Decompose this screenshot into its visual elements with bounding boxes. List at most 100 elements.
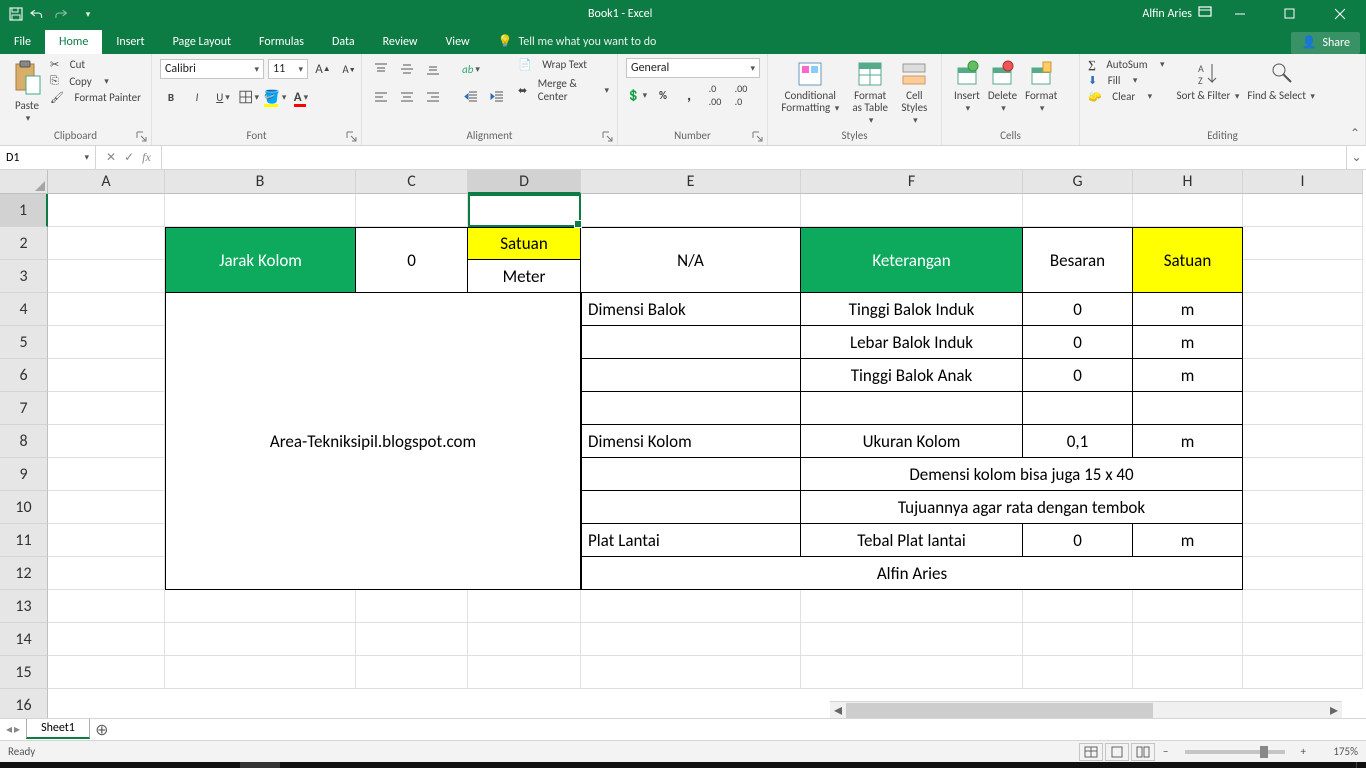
cell-E14[interactable] — [581, 623, 801, 656]
paste-button[interactable]: Paste▾ — [8, 58, 46, 127]
cell-I11[interactable] — [1243, 524, 1363, 557]
cell-E13[interactable] — [581, 590, 801, 623]
cell-G1[interactable] — [1023, 194, 1133, 227]
cell-F1[interactable] — [801, 194, 1023, 227]
tab-page-layout[interactable]: Page Layout — [159, 30, 245, 54]
cell-H1[interactable] — [1133, 194, 1243, 227]
row-header-5[interactable]: 5 — [0, 326, 48, 359]
user-name[interactable]: Alfin Aries — [1142, 7, 1192, 21]
cell-F4[interactable]: Tinggi Balok Induk — [801, 293, 1023, 326]
close-button[interactable] — [1318, 0, 1362, 28]
sort-filter-button[interactable]: AZSort & Filter ▾ — [1173, 58, 1244, 105]
minimize-button[interactable] — [1218, 0, 1262, 28]
cell-G7[interactable] — [1023, 392, 1133, 425]
cell-D3[interactable]: Meter — [468, 260, 581, 293]
cell-I5[interactable] — [1243, 326, 1363, 359]
comma-button[interactable]: , — [678, 84, 700, 106]
row-header-9[interactable]: 9 — [0, 458, 48, 491]
file-explorer-icon[interactable]: 📁 — [120, 762, 160, 768]
cell-H4[interactable]: m — [1133, 293, 1243, 326]
copy-button[interactable]: ⎘ Copy ▾ — [50, 74, 141, 88]
cell-H2[interactable]: Satuan — [1133, 227, 1243, 293]
cell-E6[interactable] — [581, 359, 801, 392]
cell-I10[interactable] — [1243, 491, 1363, 524]
store-icon[interactable]: 🛍 — [160, 762, 200, 768]
cell-F9[interactable]: Demensi kolom bisa juga 15 x 40 — [801, 458, 1243, 491]
dialog-launcher-icon[interactable] — [136, 131, 148, 143]
cell-I15[interactable] — [1243, 656, 1363, 689]
orientation-button[interactable]: ab▾ — [460, 58, 482, 80]
column-header-G[interactable]: G — [1023, 170, 1133, 194]
format-as-table-button[interactable]: Format as Table ▾ — [845, 58, 896, 129]
decrease-decimal-button[interactable]: .00.0 — [730, 84, 752, 106]
align-center-button[interactable] — [396, 86, 418, 108]
zoom-out-button[interactable]: − — [1157, 745, 1174, 758]
row-header-15[interactable]: 15 — [0, 656, 48, 689]
tab-insert[interactable]: Insert — [102, 30, 158, 54]
cell-B4[interactable]: Area-Tekniksipil.blogspot.com — [165, 293, 581, 590]
cell-F2[interactable]: Keterangan — [801, 227, 1023, 293]
cell-H13[interactable] — [1133, 590, 1243, 623]
cancel-icon[interactable]: ✕ — [106, 150, 116, 165]
font-size-combo[interactable]: 11▾ — [268, 59, 308, 79]
cell-E4[interactable]: Dimensi Balok — [581, 293, 801, 326]
column-header-A[interactable]: A — [48, 170, 165, 194]
align-right-button[interactable] — [422, 86, 444, 108]
name-box[interactable]: D1▾ — [0, 146, 96, 169]
cell-A10[interactable] — [48, 491, 165, 524]
number-format-combo[interactable]: General▾ — [626, 58, 760, 78]
cell-C13[interactable] — [356, 590, 468, 623]
wrap-text-button[interactable]: 📄 Wrap Text — [518, 58, 609, 71]
decrease-indent-button[interactable] — [460, 86, 482, 108]
page-break-view-button[interactable] — [1131, 743, 1155, 761]
dialog-launcher-icon[interactable] — [752, 131, 764, 143]
conditional-formatting-button[interactable]: Conditional Formatting ▾ — [776, 58, 845, 117]
cell-I14[interactable] — [1243, 623, 1363, 656]
page-layout-view-button[interactable] — [1105, 743, 1129, 761]
undo-icon[interactable]: ▾ — [30, 4, 50, 24]
cell-I3[interactable] — [1243, 260, 1363, 293]
spreadsheet-grid[interactable]: ABCDEFGHI 12345678910111213141516 Jarak … — [0, 170, 1366, 718]
cell-G13[interactable] — [1023, 590, 1133, 623]
cell-A13[interactable] — [48, 590, 165, 623]
format-cells-button[interactable]: Format▾ — [1021, 58, 1061, 117]
cell-B15[interactable] — [165, 656, 356, 689]
normal-view-button[interactable] — [1079, 743, 1103, 761]
cell-A6[interactable] — [48, 359, 165, 392]
expand-formula-bar-icon[interactable]: ⌄ — [1346, 146, 1366, 169]
cell-F7[interactable] — [801, 392, 1023, 425]
share-button[interactable]: 👤Share — [1291, 32, 1360, 54]
cell-C14[interactable] — [356, 623, 468, 656]
redo-icon[interactable]: ▾ — [54, 4, 74, 24]
cell-F6[interactable]: Tinggi Balok Anak — [801, 359, 1023, 392]
tell-me[interactable]: 💡Tell me what you want to do — [484, 30, 671, 54]
cell-A7[interactable] — [48, 392, 165, 425]
column-header-B[interactable]: B — [165, 170, 356, 194]
dialog-launcher-icon[interactable] — [602, 131, 614, 143]
sheet-nav-prev-icon[interactable]: ◂ — [6, 722, 12, 737]
cell-F14[interactable] — [801, 623, 1023, 656]
cell-E11[interactable]: Plat Lantai — [581, 524, 801, 557]
row-header-4[interactable]: 4 — [0, 293, 48, 326]
tab-review[interactable]: Review — [369, 30, 432, 54]
cell-H14[interactable] — [1133, 623, 1243, 656]
cell-H7[interactable] — [1133, 392, 1243, 425]
cell-F10[interactable]: Tujuannya agar rata dengan tembok — [801, 491, 1243, 524]
column-header-D[interactable]: D — [468, 170, 581, 194]
cell-I9[interactable] — [1243, 458, 1363, 491]
cell-A12[interactable] — [48, 557, 165, 590]
align-left-button[interactable] — [370, 86, 392, 108]
cell-H15[interactable] — [1133, 656, 1243, 689]
edge-icon[interactable]: e — [200, 762, 240, 768]
row-header-3[interactable]: 3 — [0, 260, 48, 293]
cell-E12[interactable]: Alfin Aries — [581, 557, 1243, 590]
dialog-launcher-icon[interactable] — [346, 131, 358, 143]
cell-B2[interactable]: Jarak Kolom — [165, 227, 356, 293]
column-header-I[interactable]: I — [1243, 170, 1363, 194]
format-painter-button[interactable]: 🖌 Format Painter — [50, 91, 141, 104]
row-header-10[interactable]: 10 — [0, 491, 48, 524]
cell-G2[interactable]: Besaran — [1023, 227, 1133, 293]
cell-G6[interactable]: 0 — [1023, 359, 1133, 392]
increase-indent-button[interactable] — [486, 86, 508, 108]
cut-button[interactable]: ✂ Cut — [50, 58, 141, 71]
